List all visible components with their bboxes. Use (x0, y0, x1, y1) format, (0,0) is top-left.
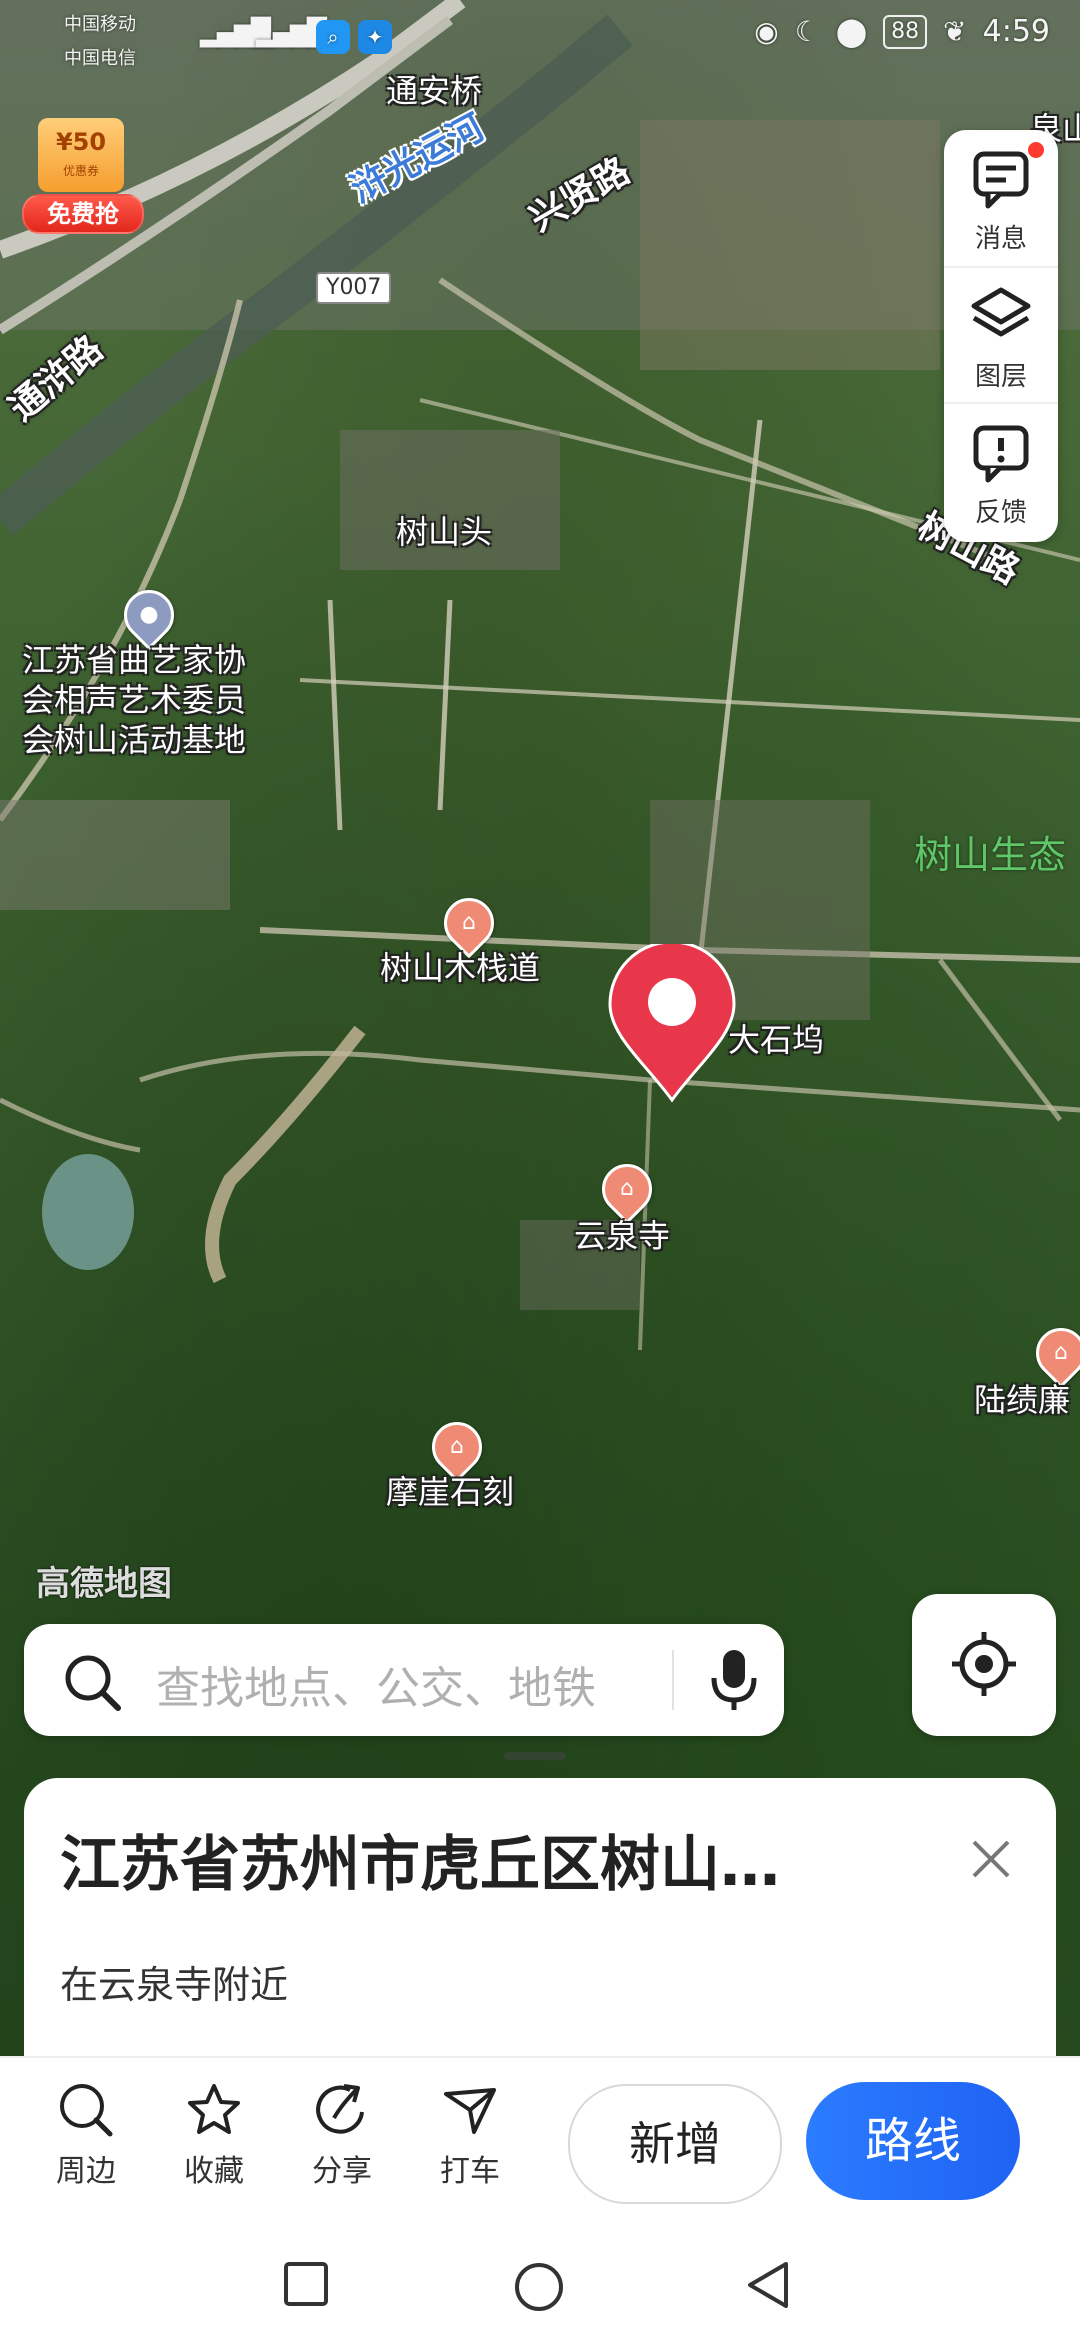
map-label-cliff-carving[interactable]: 摩崖石刻 (386, 1472, 514, 1512)
favorite-label: 收藏 (184, 2154, 244, 2189)
messages-button[interactable]: 消息 (944, 130, 1058, 266)
notification-dot (1028, 142, 1044, 158)
location-subtitle: 在云泉寺附近 (60, 1963, 289, 2007)
pin-icon: ● (139, 602, 159, 627)
temple-icon: ⌂ (462, 910, 476, 935)
add-new-button[interactable]: 新增 (568, 2084, 782, 2204)
search-icon (65, 1655, 121, 1711)
carrier-2: 中国电信 (64, 48, 136, 69)
map-label-lujilian[interactable]: 陆绩廉 (974, 1380, 1070, 1420)
carrier-1: 中国移动 (64, 14, 136, 35)
search-icon (60, 2084, 113, 2137)
search-placeholder[interactable]: 查找地点、公交、地铁 (156, 1652, 596, 1716)
share-label: 分享 (312, 2154, 372, 2189)
do-not-disturb-icon: ☾ (794, 15, 820, 48)
back-icon[interactable] (744, 2260, 794, 2310)
feedback-button[interactable]: 反馈 (944, 402, 1058, 540)
map-label-quyi-base[interactable]: 江苏省曲艺家协 会相声艺术委员 会树山活动基地 (22, 640, 246, 760)
feedback-label: 反馈 (974, 498, 1027, 528)
home-icon[interactable] (512, 2260, 566, 2314)
crosshair-icon (952, 1632, 1016, 1696)
coupon-text: 优惠券 (62, 164, 99, 178)
star-icon (188, 2084, 240, 2134)
search-app-icon: ⌕ (316, 20, 350, 54)
recent-apps-icon[interactable] (282, 2260, 330, 2308)
locate-me-button[interactable] (912, 1594, 1056, 1736)
message-icon (973, 151, 1029, 209)
temple-icon: ⌂ (1054, 1340, 1068, 1365)
coupon-amount: ¥50 (55, 128, 107, 156)
close-icon[interactable] (964, 1832, 1018, 1886)
search-bar[interactable]: 查找地点、公交、地铁 (24, 1624, 784, 1736)
map-label-eco-park[interactable]: 树山生态 (914, 824, 1066, 879)
bottom-action-bar: 周边 收藏 分享 打车 新增 路线 (0, 2056, 1080, 2226)
layers-button[interactable]: 图层 (944, 266, 1058, 404)
promo-label: 免费抢 (22, 194, 144, 234)
location-title: 江苏省苏州市虎丘区树山… (60, 1830, 780, 1900)
selected-location-pin-icon[interactable] (606, 944, 738, 1104)
temple-icon: ⌂ (450, 1434, 464, 1459)
microphone-icon[interactable] (704, 1646, 764, 1714)
status-bar: 中国移动 中国电信 ▂▄▆█ ▂▄▆█ ⌕ ✦ ◉ ☾ ⬤ 88 ❦ 4:59 (0, 0, 1080, 80)
coupon-promo[interactable]: ¥50 优惠券 免费抢 (22, 110, 144, 234)
map-side-panel: 消息 图层 反馈 (944, 130, 1058, 542)
messages-label: 消息 (974, 224, 1027, 254)
map-label-dashiwu[interactable]: 大石坞 (728, 1020, 824, 1060)
layers-label: 图层 (974, 362, 1027, 392)
system-navigation-bar (0, 2224, 1080, 2340)
map-watermark: 高德地图 (36, 1564, 172, 1604)
taxi-button[interactable]: 打车 (422, 2080, 518, 2190)
temple-icon: ⌂ (620, 1176, 634, 1201)
nearby-button[interactable]: 周边 (38, 2080, 134, 2190)
share-button[interactable]: 分享 (294, 2080, 390, 2190)
taxi-label: 打车 (440, 2154, 500, 2189)
taxi-icon (444, 2088, 496, 2134)
road-number-tag: Y007 (316, 272, 392, 304)
favorite-button[interactable]: 收藏 (166, 2080, 262, 2190)
map-label-shushantou[interactable]: 树山头 (396, 512, 492, 552)
battery-indicator: 88 (883, 14, 928, 49)
eye-icon: ◉ (754, 15, 779, 48)
feedback-icon (973, 425, 1029, 483)
map-label-boardwalk[interactable]: 树山木栈道 (380, 948, 540, 988)
map-label-yunquan-temple[interactable]: 云泉寺 (574, 1216, 670, 1256)
nearby-label: 周边 (56, 2154, 116, 2189)
search-divider (672, 1650, 674, 1710)
route-button[interactable]: 路线 (806, 2082, 1020, 2200)
clock: 4:59 (982, 14, 1050, 49)
share-icon (316, 2084, 364, 2134)
leaf-icon: ❦ (943, 15, 967, 48)
bulb-app-icon: ✦ (358, 20, 392, 54)
layers-icon (971, 287, 1031, 337)
location-icon: ⬤ (835, 15, 868, 48)
drag-handle[interactable] (504, 1752, 566, 1760)
signal-icon-2: ▂▄▆█ (256, 18, 327, 48)
coupon-badge: ¥50 优惠券 (38, 118, 124, 192)
